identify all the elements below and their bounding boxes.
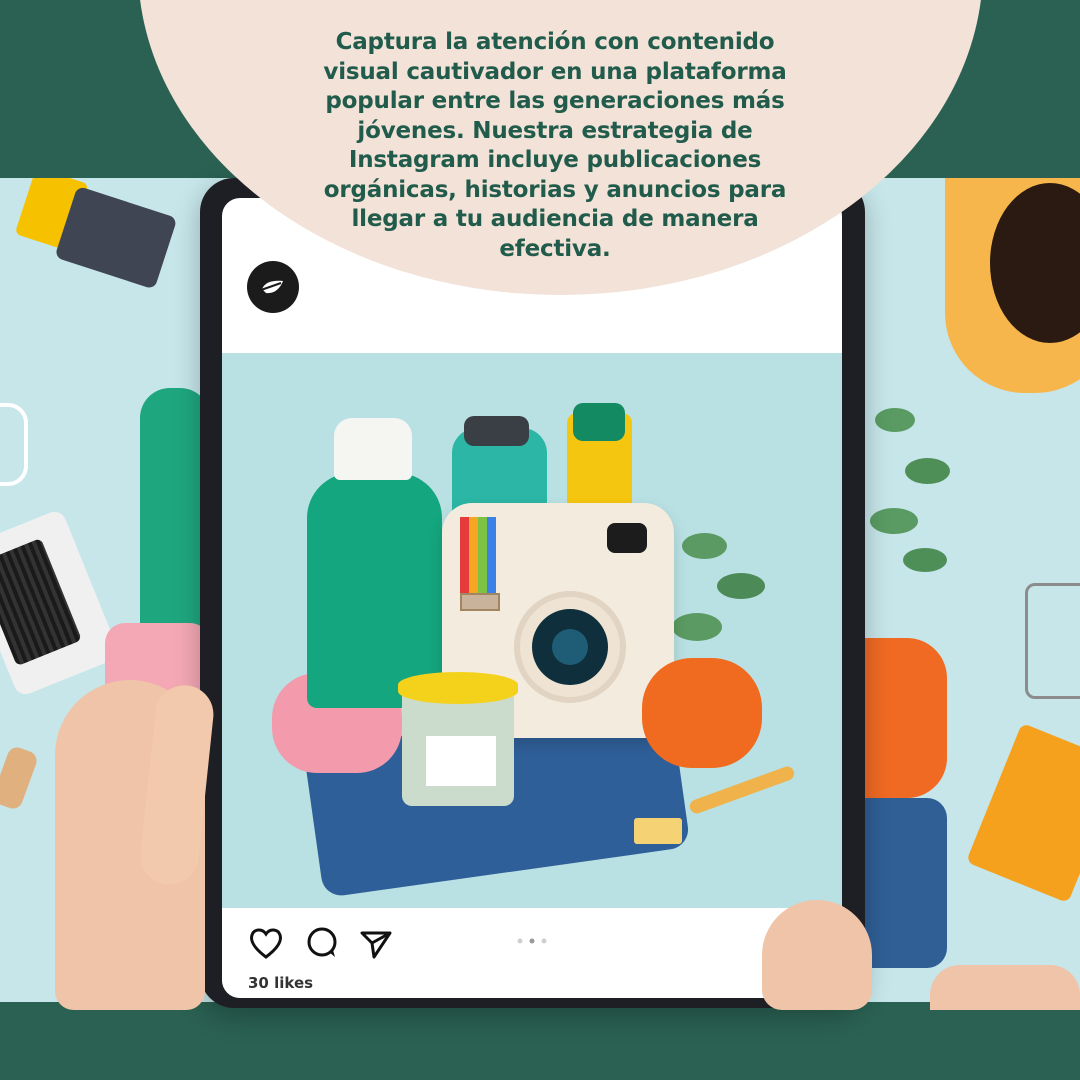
denim-right: [862, 798, 947, 968]
send-icon[interactable]: [356, 923, 396, 963]
orange-towel: [642, 658, 762, 768]
comment-icon[interactable]: [302, 923, 342, 963]
phone-screen: 30 likes: [222, 198, 842, 998]
wire-rack: [1025, 583, 1080, 699]
yellow-sponge: [7, 178, 179, 304]
coffee-cup: [945, 178, 1080, 393]
jar: [398, 672, 518, 806]
post-image[interactable]: [222, 353, 842, 908]
smartphone: 30 likes: [200, 178, 865, 1008]
right-hand: [930, 965, 1080, 1010]
orange-sponge: [965, 722, 1080, 904]
leaf-logo-icon[interactable]: [247, 261, 299, 313]
green-bottle: [307, 418, 442, 708]
carousel-indicator: [517, 938, 547, 944]
post-actions-bar: 30 likes: [222, 908, 842, 998]
small-brush: [687, 764, 797, 816]
likes-count: 30 likes: [248, 974, 314, 992]
orange-towel-right: [862, 638, 947, 798]
bottom-green-band: [0, 1002, 1080, 1080]
plant-right: [865, 388, 955, 588]
wooden-stick: [0, 744, 40, 812]
heart-icon[interactable]: [246, 923, 286, 963]
bristle-brush: [0, 508, 121, 698]
small-sponge: [634, 818, 682, 844]
white-object-left: [0, 403, 28, 486]
headline-text: Captura la atención con contenido visual…: [323, 29, 787, 262]
right-thumb: [762, 900, 872, 1010]
